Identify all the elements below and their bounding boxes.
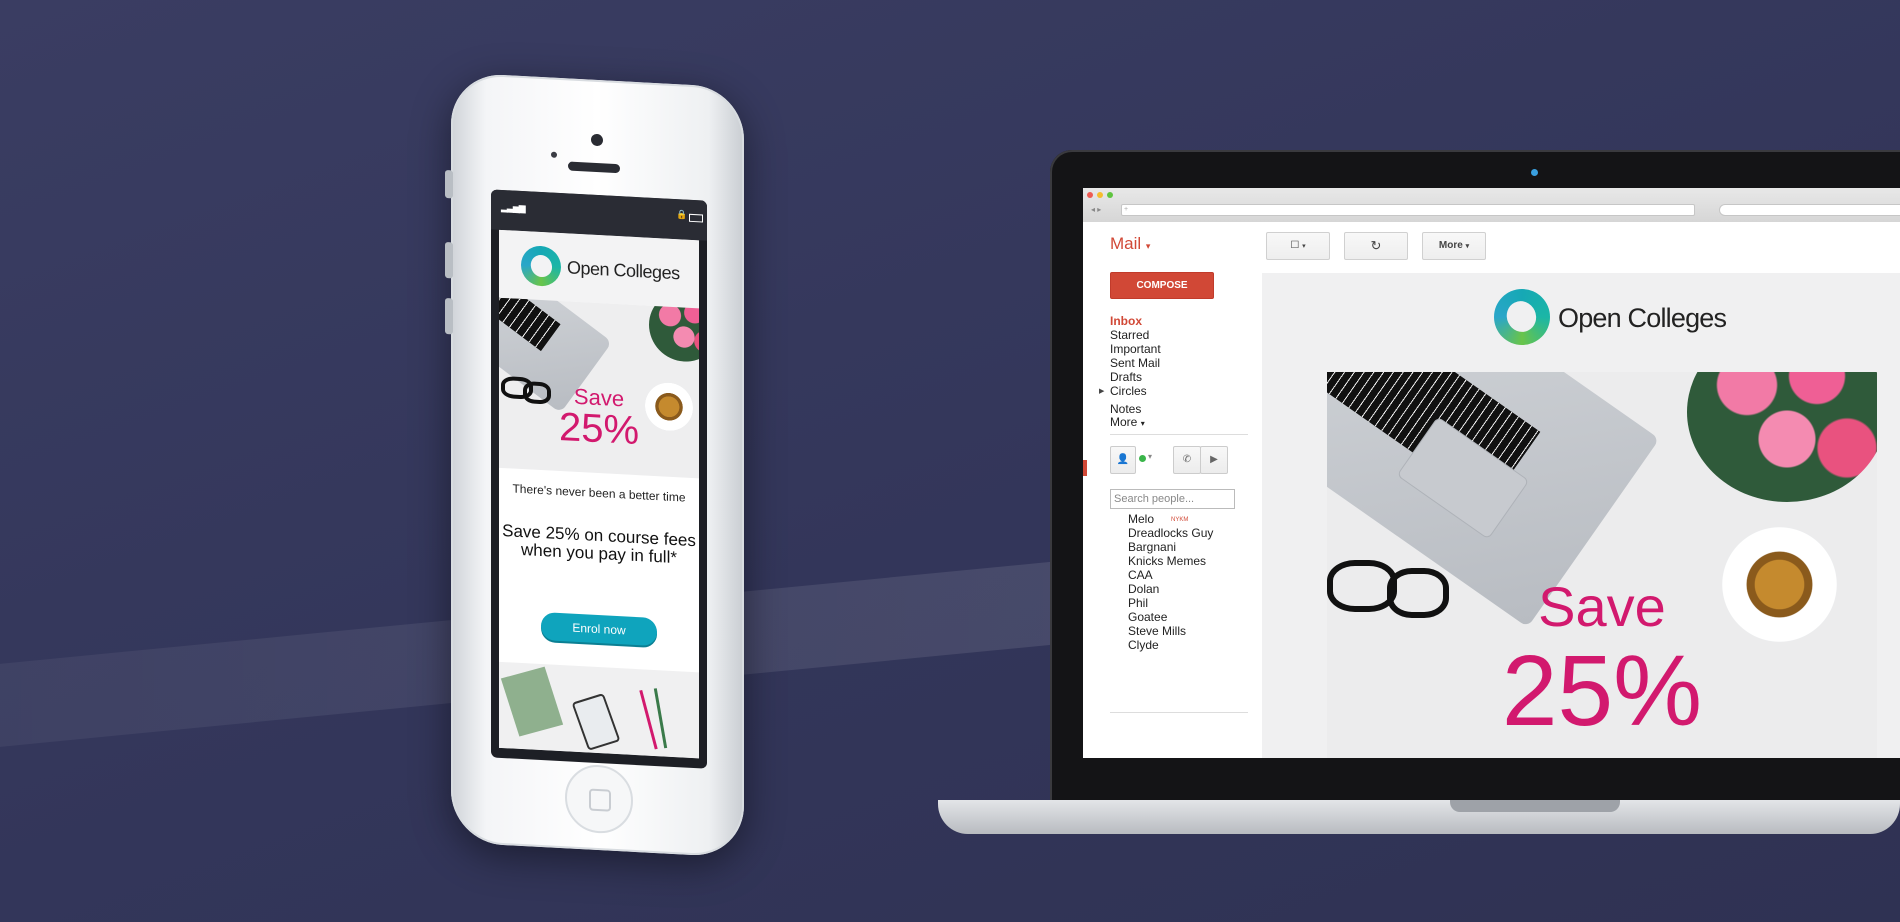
laptop-screen: ◂ ▸ + Mail ▾ COMPOSE Inbox Starred Impor…: [1083, 188, 1900, 758]
brand-name: Open Colleges: [567, 257, 680, 284]
back-forward-icon[interactable]: ◂ ▸: [1091, 205, 1101, 214]
phone-photo: [571, 693, 621, 751]
more-folders[interactable]: More ▾: [1110, 415, 1145, 429]
caret-icon: ▾: [1465, 243, 1470, 250]
brand-name: Open Colleges: [1558, 303, 1727, 333]
folder-starred[interactable]: Starred: [1110, 328, 1149, 342]
email-header: Open Colleges: [499, 229, 699, 309]
refresh-icon: ↻: [1370, 238, 1382, 253]
signal-icon: ▂▃▅▆: [501, 201, 525, 214]
mute-switch: [445, 170, 453, 199]
caret-icon[interactable]: ▾: [1148, 452, 1152, 461]
contact-item[interactable]: Knicks Memes: [1128, 554, 1206, 568]
select-checkbox-button[interactable]: ☐ ▾: [1266, 232, 1330, 260]
divider: [1110, 434, 1248, 435]
proximity-sensor: [551, 151, 557, 158]
hero-save-percent: 25%: [1501, 635, 1703, 747]
contact-item[interactable]: Steve Mills: [1128, 624, 1186, 638]
folder-important[interactable]: Important: [1110, 342, 1161, 356]
divider: [1110, 712, 1248, 713]
open-colleges-logo-icon: [521, 244, 561, 288]
search-people-input[interactable]: Search people...: [1110, 489, 1235, 509]
inbox-active-indicator: [1083, 460, 1087, 476]
minimize-window-icon[interactable]: [1097, 192, 1103, 198]
more-actions-label: More: [1438, 240, 1463, 251]
contact-item[interactable]: Dolan: [1128, 582, 1159, 596]
gmail-toolbar: ☐ ▾ ↻ More ▾: [1262, 222, 1900, 274]
phone-icon[interactable]: ✆: [1173, 446, 1201, 474]
open-colleges-logo-icon: [1494, 289, 1550, 345]
contact-item[interactable]: Phil: [1128, 596, 1148, 610]
person-icon[interactable]: 👤: [1110, 446, 1136, 474]
caret-icon: ▾: [1145, 241, 1151, 251]
mail-label: Mail: [1110, 234, 1142, 253]
folder-drafts[interactable]: Drafts: [1110, 370, 1142, 384]
mobile-email: Open Colleges Save 25% There's never bee…: [499, 229, 699, 759]
volume-down-button: [445, 298, 453, 335]
front-camera: [591, 133, 603, 147]
offer-text: Save 25% on course fees when you pay in …: [502, 521, 696, 568]
contact-item[interactable]: CAA: [1128, 568, 1153, 582]
contact-item[interactable]: Melo: [1128, 512, 1154, 526]
close-window-icon[interactable]: [1087, 192, 1093, 198]
caret-icon: ▾: [1140, 419, 1145, 428]
browser-chrome: ◂ ▸ +: [1083, 188, 1900, 223]
folder-sent-mail[interactable]: Sent Mail: [1110, 356, 1160, 370]
email-preview: Open Colleges Save 25%: [1262, 273, 1900, 758]
enrol-now-button[interactable]: Enrol now: [541, 612, 657, 647]
folder-notes[interactable]: Notes: [1110, 402, 1141, 416]
contact-item[interactable]: Goatee: [1128, 610, 1167, 624]
laptop-base: [938, 800, 1900, 834]
hero-save-percent: 25%: [558, 404, 640, 454]
pen-photo: [653, 688, 668, 749]
laptop-opening-notch: [1450, 800, 1620, 812]
expand-circles-icon[interactable]: ▶: [1099, 387, 1104, 395]
gmail-sidebar: Mail ▾ COMPOSE Inbox Starred Important S…: [1083, 222, 1262, 758]
notebook-photo: [500, 666, 564, 737]
hero-image: Save 25%: [499, 297, 699, 479]
checkbox-icon: ☐: [1290, 240, 1300, 251]
hero-save-word: Save: [1538, 575, 1666, 638]
lock-icon: 🔒: [676, 209, 688, 220]
flowers-photo: [1687, 372, 1877, 502]
tagline: There's never been a better time: [512, 481, 686, 505]
battery-icon: [689, 213, 703, 223]
footer-image: [499, 661, 699, 759]
email-hero-image: Save 25%: [1327, 372, 1877, 758]
maximize-window-icon[interactable]: [1107, 192, 1113, 198]
caret-icon: ▾: [1302, 243, 1306, 250]
status-dot-icon[interactable]: [1139, 455, 1146, 462]
video-icon[interactable]: ▶: [1200, 446, 1228, 474]
more-folders-label: More: [1110, 415, 1138, 429]
mail-menu[interactable]: Mail ▾: [1110, 234, 1150, 254]
contact-badge: NYKM: [1171, 517, 1189, 523]
home-button[interactable]: [565, 763, 633, 835]
folder-inbox[interactable]: Inbox: [1110, 314, 1142, 328]
volume-up-button: [445, 242, 453, 279]
phone-mockup: ▂▃▅▆ 🔒 Open Colleges Save 25% There's ne…: [445, 72, 744, 858]
more-actions-button[interactable]: More ▾: [1422, 232, 1486, 260]
compose-button[interactable]: COMPOSE: [1110, 272, 1214, 299]
contact-item[interactable]: Bargnani: [1128, 540, 1176, 554]
url-field[interactable]: +: [1121, 204, 1695, 216]
webcam: [1531, 169, 1538, 176]
flowers-photo: [649, 297, 699, 364]
contact-item[interactable]: Dreadlocks Guy: [1128, 526, 1213, 540]
contact-item[interactable]: Clyde: [1128, 638, 1159, 652]
browser-search-field[interactable]: [1719, 204, 1900, 216]
folder-circles[interactable]: Circles: [1110, 384, 1147, 398]
phone-screen: ▂▃▅▆ 🔒 Open Colleges Save 25% There's ne…: [491, 189, 707, 769]
refresh-button[interactable]: ↻: [1344, 232, 1408, 260]
earpiece-speaker: [568, 161, 620, 174]
